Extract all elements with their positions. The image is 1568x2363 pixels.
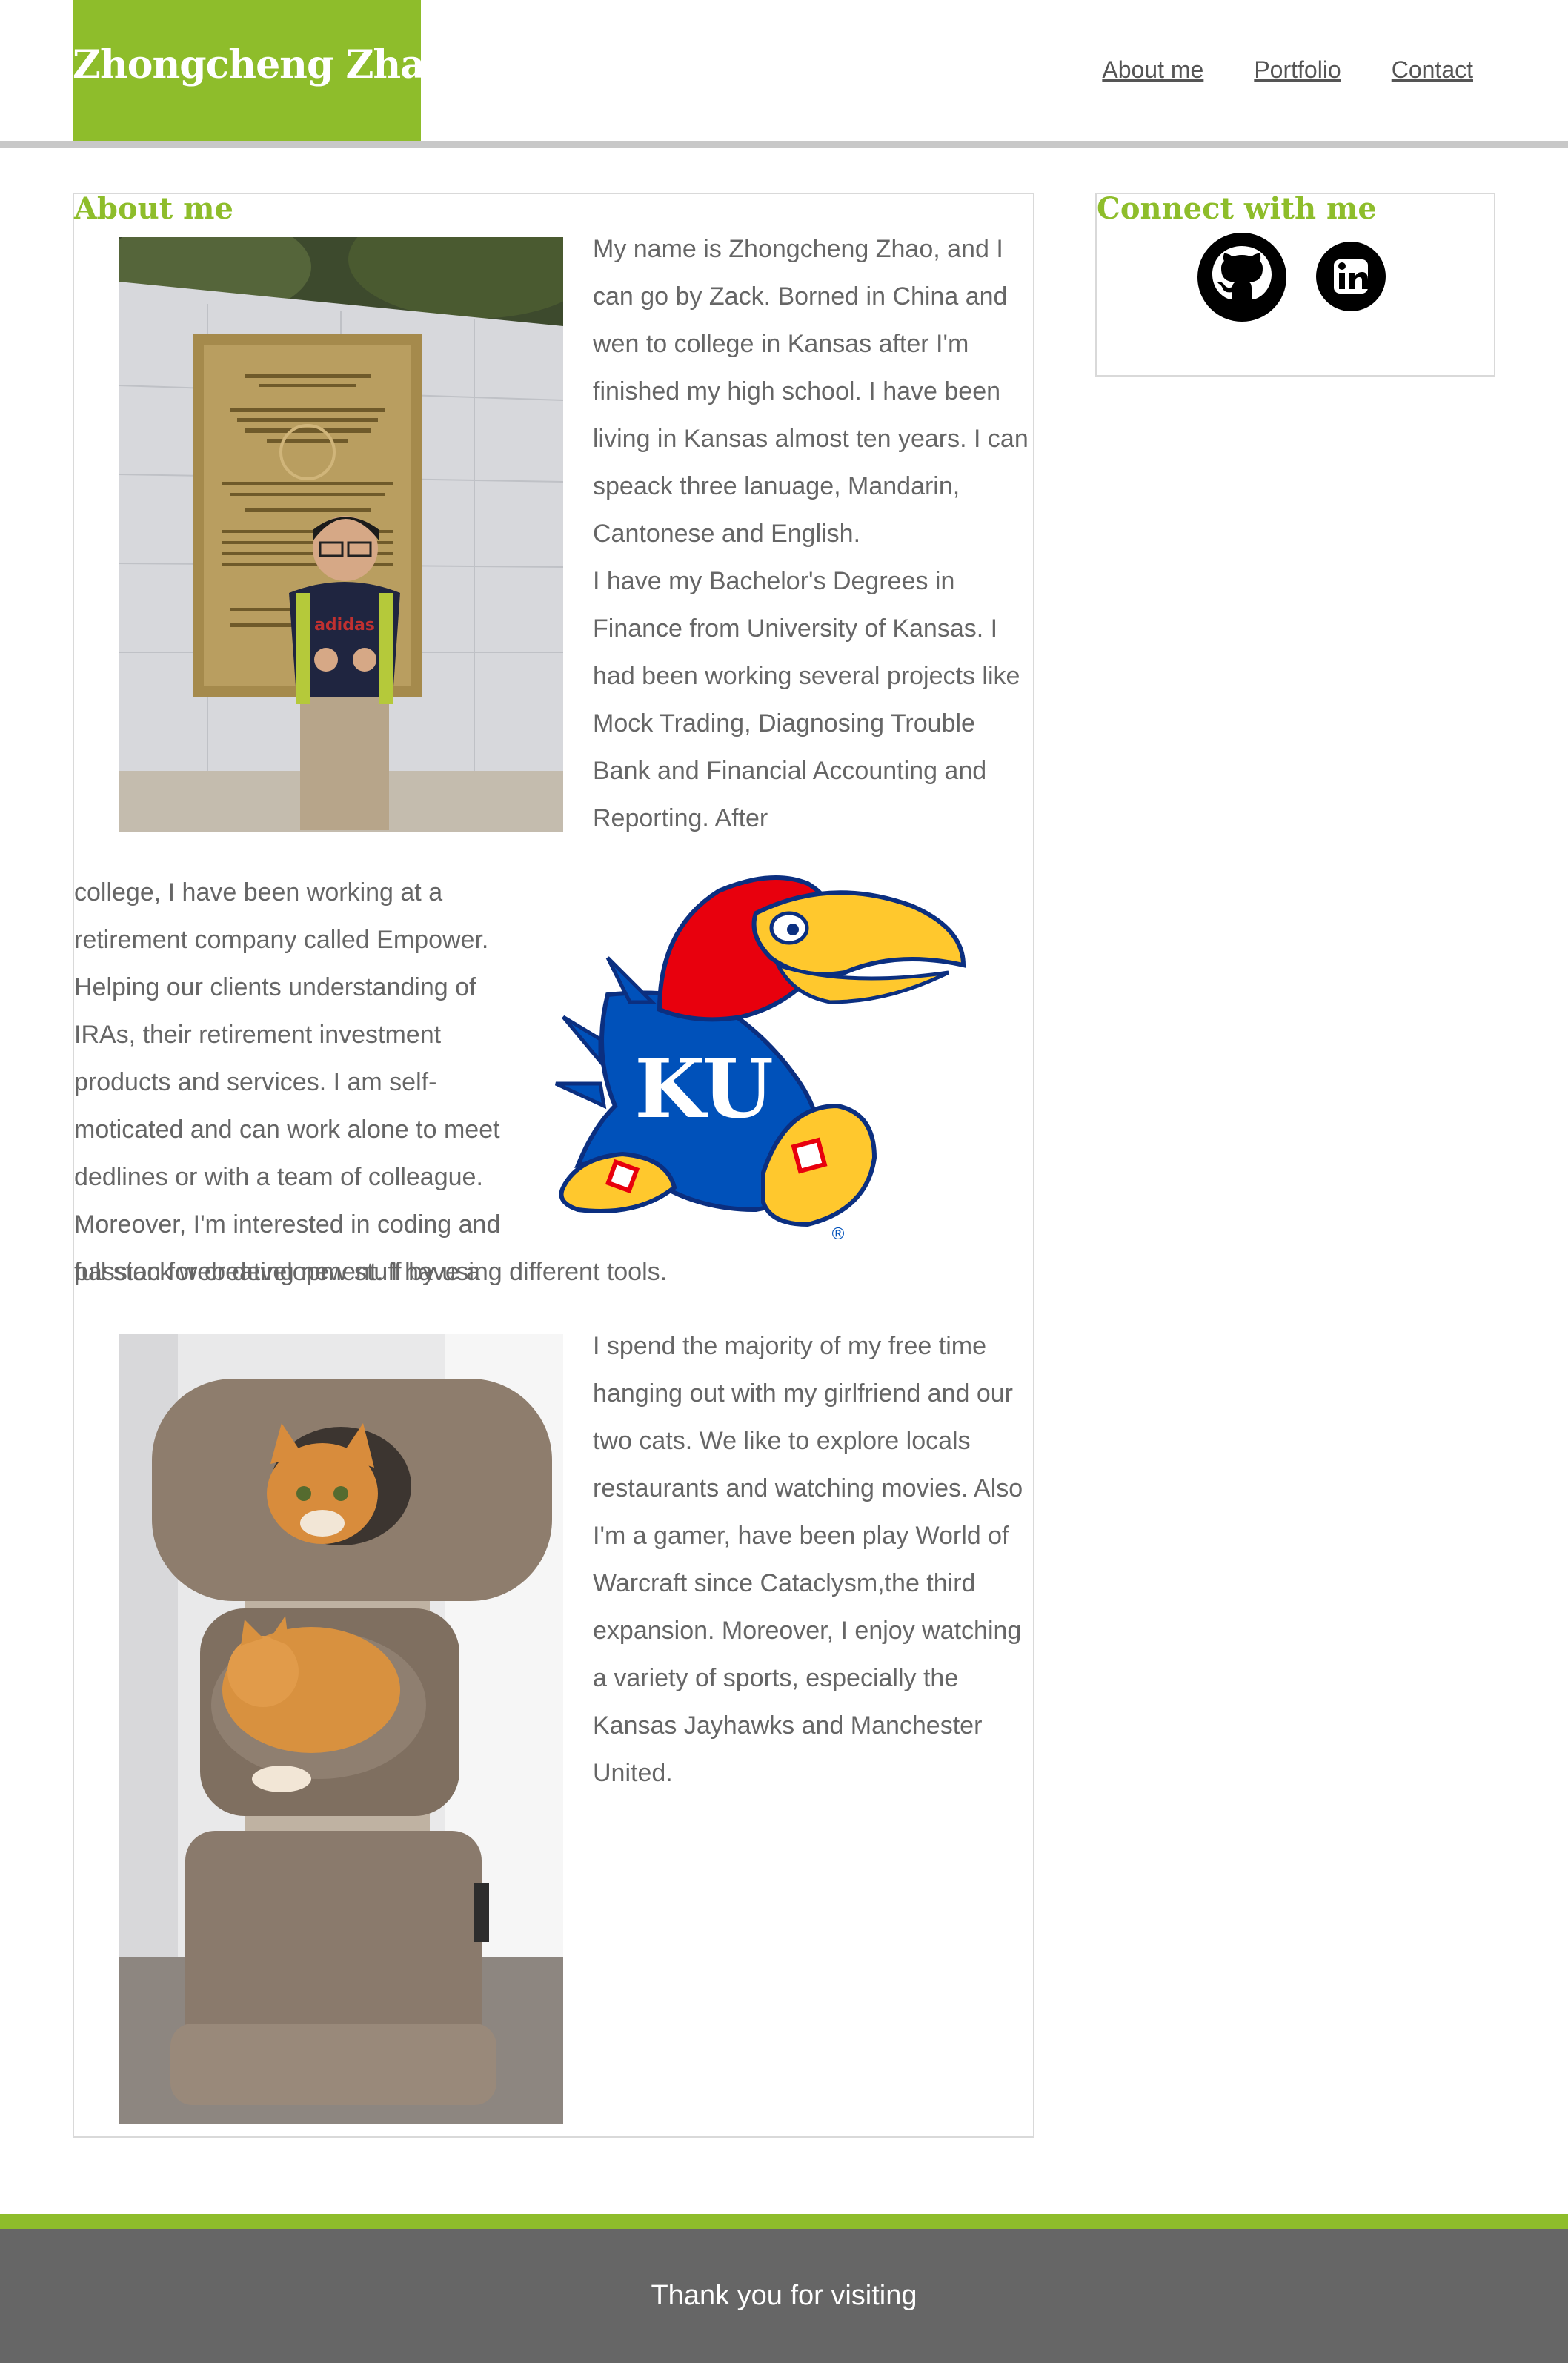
ku-jayhawk-logo: KU ® (548, 861, 978, 1247)
github-link[interactable] (1196, 231, 1288, 323)
about-title: About me (74, 191, 233, 226)
linkedin-icon (1316, 242, 1386, 311)
svg-text:adidas: adidas (314, 616, 375, 634)
about-paragraph-1: My name is Zhongcheng Zhao, and I can go… (593, 235, 1029, 548)
registered-mark: ® (830, 1225, 846, 1244)
about-section: About me adidas My name is Zhongcheng Zh… (73, 191, 1034, 2138)
cats-photo (119, 1334, 563, 2124)
nav-contact-link[interactable]: Contact (1392, 56, 1473, 84)
about-paragraph-2-last: passion for creating new stuff by using … (74, 1258, 668, 1286)
ku-logo-text: KU (634, 1041, 774, 1136)
about-paragraph-3: I spend the majority of my free time han… (593, 1332, 1023, 1787)
about-paragraph-2-top: I have my Bachelor's Degrees in Finance … (593, 567, 1020, 832)
footer: Thank you for visiting (0, 2229, 1568, 2363)
footer-text: Thank you for visiting (651, 2280, 917, 2311)
github-icon (1197, 233, 1286, 322)
linkedin-link[interactable] (1315, 240, 1387, 313)
site-title: Zhongcheng Zhao (73, 0, 451, 142)
about-paragraph-2-bottom: college, I have been working at a retire… (74, 878, 501, 1286)
footer-divider (0, 2214, 1568, 2229)
connect-title: Connect with me (1097, 191, 1377, 226)
header-divider (0, 141, 1568, 148)
main-nav: About me Portfolio Contact (1102, 56, 1473, 84)
profile-photo: adidas (119, 237, 563, 832)
connect-section: Connect with me (1095, 191, 1495, 377)
nav-about-me-link[interactable]: About me (1102, 56, 1203, 84)
nav-portfolio-link[interactable]: Portfolio (1254, 56, 1341, 84)
